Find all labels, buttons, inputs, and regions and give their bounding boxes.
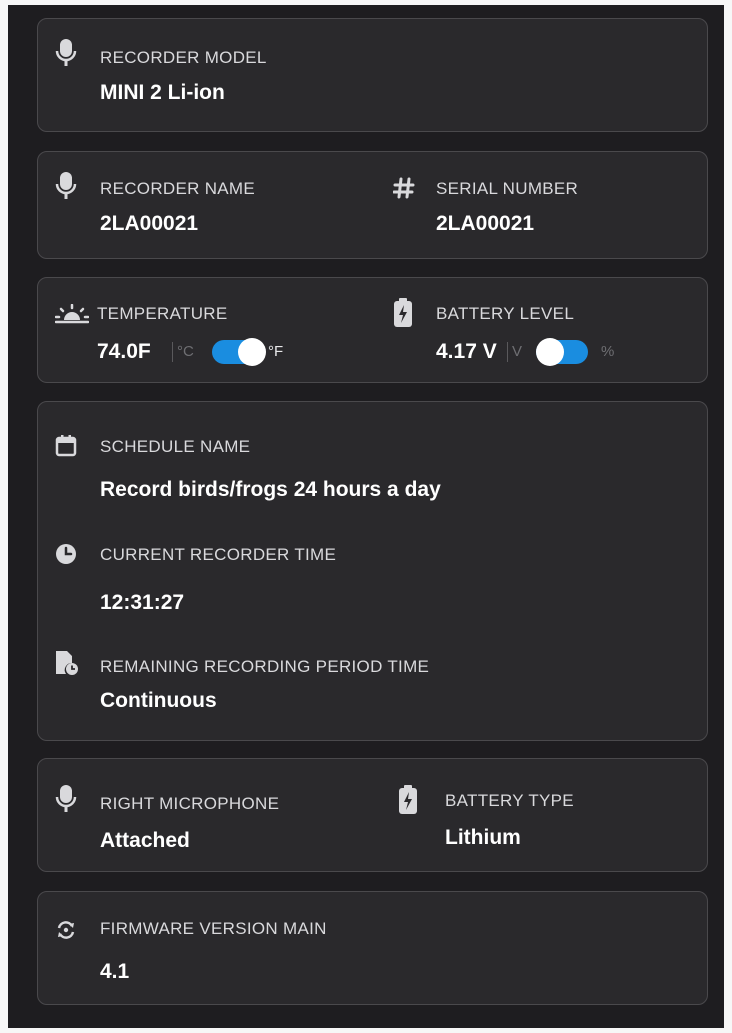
divider xyxy=(507,342,508,362)
sensor-card: TEMPERATURE 74.0F °C °F BATTERY LEVEL 4.… xyxy=(37,277,708,383)
sunrise-icon xyxy=(55,304,89,324)
temperature-value: 74.0F xyxy=(97,340,151,363)
volts-unit[interactable]: V xyxy=(512,343,522,360)
serial-number-value: 2LA00021 xyxy=(436,212,535,235)
clock-icon xyxy=(56,544,76,564)
file-clock-icon xyxy=(56,651,78,675)
toggle-knob xyxy=(536,338,564,366)
hardware-card: RIGHT MICROPHONE Attached BATTERY TYPE L… xyxy=(37,758,708,872)
battery-unit-toggle[interactable] xyxy=(536,338,588,366)
temperature-unit-toggle[interactable] xyxy=(212,338,266,366)
remaining-period-value: Continuous xyxy=(100,689,217,712)
microphone-icon xyxy=(55,172,77,199)
schedule-name-value: Record birds/frogs 24 hours a day xyxy=(100,478,441,501)
temperature-label: TEMPERATURE xyxy=(97,304,228,323)
recorder-name-label: RECORDER NAME xyxy=(100,179,256,198)
recorder-time-label: CURRENT RECORDER TIME xyxy=(100,545,337,564)
remaining-period-label: REMAINING RECORDING PERIOD TIME xyxy=(100,657,430,676)
battery-level-label: BATTERY LEVEL xyxy=(436,304,575,323)
celsius-unit[interactable]: °C xyxy=(177,343,194,360)
recorder-identity-card: RECORDER NAME 2LA00021 SERIAL NUMBER 2LA… xyxy=(37,151,708,259)
battery-type-value: Lithium xyxy=(445,826,521,849)
firmware-version-value: 4.1 xyxy=(100,960,130,983)
calendar-icon xyxy=(55,435,77,457)
right-microphone-label: RIGHT MICROPHONE xyxy=(100,794,280,813)
sync-icon xyxy=(57,921,75,939)
recorder-time-value: 12:31:27 xyxy=(100,591,185,614)
firmware-card: FIRMWARE VERSION MAIN 4.1 xyxy=(37,891,708,1005)
battery-level-value: 4.17 V xyxy=(436,340,497,363)
device-info-panel: RECORDER MODEL MINI 2 Li-ion RECORDER NA… xyxy=(8,5,724,1028)
recorder-model-card: RECORDER MODEL MINI 2 Li-ion xyxy=(37,18,708,132)
microphone-icon xyxy=(55,785,77,812)
battery-icon xyxy=(394,298,412,327)
right-microphone-value: Attached xyxy=(100,829,190,852)
percent-unit[interactable]: % xyxy=(601,343,614,360)
battery-icon xyxy=(399,785,417,814)
hash-icon xyxy=(393,177,415,199)
toggle-knob xyxy=(238,338,266,366)
schedule-card: SCHEDULE NAME Record birds/frogs 24 hour… xyxy=(37,401,708,741)
divider xyxy=(172,342,173,362)
firmware-version-label: FIRMWARE VERSION MAIN xyxy=(100,919,327,938)
recorder-model-label: RECORDER MODEL xyxy=(100,48,267,67)
serial-number-label: SERIAL NUMBER xyxy=(436,179,579,198)
recorder-name-value: 2LA00021 xyxy=(100,212,199,235)
fahrenheit-unit[interactable]: °F xyxy=(268,343,283,360)
battery-type-label: BATTERY TYPE xyxy=(445,791,574,810)
microphone-icon xyxy=(55,39,77,66)
recorder-model-value: MINI 2 Li-ion xyxy=(100,81,225,104)
schedule-name-label: SCHEDULE NAME xyxy=(100,437,251,456)
